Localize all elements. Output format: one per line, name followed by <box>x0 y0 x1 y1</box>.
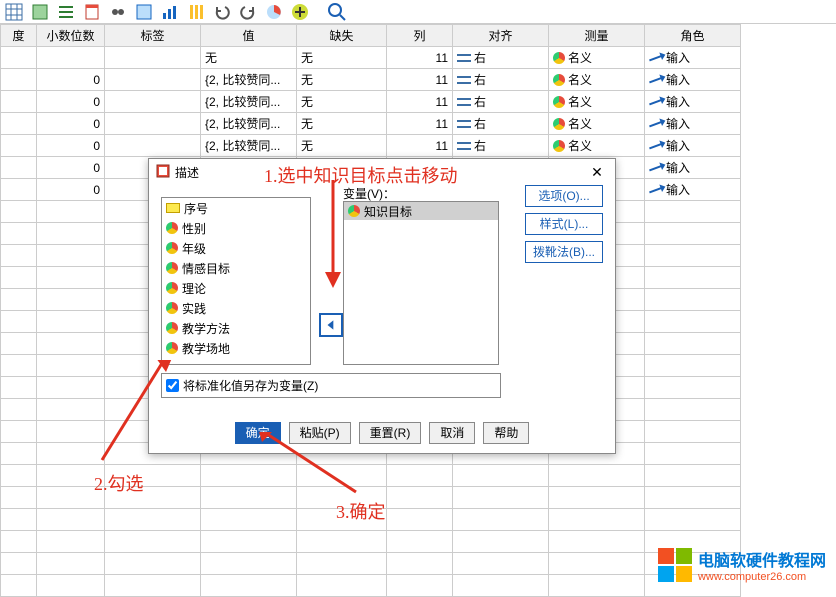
col-header[interactable]: 值 <box>201 25 297 47</box>
list-item[interactable]: 序号 <box>162 198 310 218</box>
dialog-titlebar: 描述 ✕ <box>149 159 615 185</box>
dialog-icon <box>155 163 171 182</box>
nominal-icon <box>553 140 565 152</box>
search-icon[interactable] <box>326 2 346 22</box>
dialog-title: 描述 <box>175 164 199 181</box>
col-header[interactable]: 列 <box>387 25 453 47</box>
col-header[interactable]: 测量 <box>549 25 645 47</box>
scale-icon <box>166 203 180 213</box>
save-standardized-checkbox-row: 将标准化值另存为变量(Z) <box>161 373 501 398</box>
col-header[interactable]: 角色 <box>645 25 741 47</box>
nominal-icon <box>553 96 565 108</box>
nominal-icon <box>166 282 178 294</box>
list-item[interactable]: 实践 <box>162 298 310 318</box>
col-header[interactable]: 度 <box>1 25 37 47</box>
source-variable-list[interactable]: 序号性别年级情感目标理论实践教学方法教学场地 <box>161 197 311 365</box>
col-header[interactable]: 小数位数 <box>37 25 105 47</box>
nominal-icon <box>553 52 565 64</box>
help-button[interactable]: 帮助 <box>483 422 529 444</box>
list-item[interactable]: 性别 <box>162 218 310 238</box>
list-item[interactable]: 教学方法 <box>162 318 310 338</box>
table-row[interactable]: 0 {2, 比较赞同... 无 11 右 名义 输入 <box>1 135 741 157</box>
list-item[interactable]: 年级 <box>162 238 310 258</box>
tool-icon[interactable] <box>160 2 180 22</box>
input-role-icon <box>649 76 663 83</box>
nominal-icon <box>553 74 565 86</box>
input-role-icon <box>649 186 663 193</box>
table-row[interactable] <box>1 465 741 487</box>
tool-icon[interactable] <box>56 2 76 22</box>
watermark-title: 电脑软硬件教程网 <box>698 547 826 571</box>
redo-icon[interactable] <box>238 2 258 22</box>
pie-icon[interactable] <box>264 2 284 22</box>
tool-icon[interactable] <box>30 2 50 22</box>
input-role-icon <box>649 98 663 105</box>
close-icon[interactable]: ✕ <box>585 164 609 181</box>
list-item[interactable]: 知识目标 <box>344 202 498 220</box>
checkbox-label: 将标准化值另存为变量(Z) <box>183 377 318 394</box>
tool-icon[interactable] <box>134 2 154 22</box>
describe-dialog: 描述 ✕ 序号性别年级情感目标理论实践教学方法教学场地 变量(V)： 知识目标 … <box>148 158 616 454</box>
watermark-logo-icon <box>658 548 692 582</box>
nominal-icon <box>166 222 178 234</box>
list-item[interactable]: 情感目标 <box>162 258 310 278</box>
nominal-icon <box>166 242 178 254</box>
table-row[interactable]: 0 {2, 比较赞同... 无 11 右 名义 输入 <box>1 113 741 135</box>
nominal-icon <box>553 118 565 130</box>
input-role-icon <box>649 120 663 127</box>
col-header[interactable]: 缺失 <box>297 25 387 47</box>
table-row[interactable]: 0 {2, 比较赞同... 无 11 右 名义 输入 <box>1 91 741 113</box>
watermark: 电脑软硬件教程网 www.computer26.com <box>658 547 826 583</box>
table-row[interactable]: 0 {2, 比较赞同... 无 11 右 名义 输入 <box>1 69 741 91</box>
watermark-url: www.computer26.com <box>698 571 826 583</box>
nominal-icon <box>166 342 178 354</box>
options-button[interactable]: 选项(O)... <box>525 185 603 207</box>
col-header[interactable]: 对齐 <box>453 25 549 47</box>
list-item[interactable]: 教学场地 <box>162 338 310 358</box>
nominal-icon <box>348 205 360 217</box>
table-row[interactable] <box>1 509 741 531</box>
cancel-button[interactable]: 取消 <box>429 422 475 444</box>
input-role-icon <box>649 164 663 171</box>
align-icon <box>457 53 471 63</box>
table-row[interactable]: 无 无 11 右 名义 输入 <box>1 47 741 69</box>
add-icon[interactable] <box>290 2 310 22</box>
align-icon <box>457 97 471 107</box>
undo-icon[interactable] <box>212 2 232 22</box>
tool-icon[interactable] <box>82 2 102 22</box>
variables-label: 变量(V)： <box>343 185 395 202</box>
bootstrap-button[interactable]: 拨靴法(B)... <box>525 241 603 263</box>
align-icon <box>457 75 471 85</box>
align-icon <box>457 141 471 151</box>
table-row[interactable] <box>1 575 741 597</box>
table-row[interactable] <box>1 531 741 553</box>
table-row[interactable] <box>1 487 741 509</box>
align-icon <box>457 119 471 129</box>
paste-button[interactable]: 粘贴(P) <box>289 422 351 444</box>
find-icon[interactable] <box>108 2 128 22</box>
tool-icon[interactable] <box>4 2 24 22</box>
input-role-icon <box>649 142 663 149</box>
tool-icon[interactable] <box>186 2 206 22</box>
save-standardized-checkbox[interactable] <box>166 379 179 392</box>
col-header[interactable]: 标签 <box>105 25 201 47</box>
styles-button[interactable]: 样式(L)... <box>525 213 603 235</box>
table-row[interactable] <box>1 553 741 575</box>
nominal-icon <box>166 262 178 274</box>
nominal-icon <box>166 322 178 334</box>
toolbar <box>0 0 836 24</box>
target-variable-list[interactable]: 知识目标 <box>343 201 499 365</box>
reset-button[interactable]: 重置(R) <box>359 422 422 444</box>
list-item[interactable]: 理论 <box>162 278 310 298</box>
nominal-icon <box>166 302 178 314</box>
input-role-icon <box>649 54 663 61</box>
ok-button[interactable]: 确定 <box>235 422 281 444</box>
move-left-button[interactable] <box>319 313 343 337</box>
